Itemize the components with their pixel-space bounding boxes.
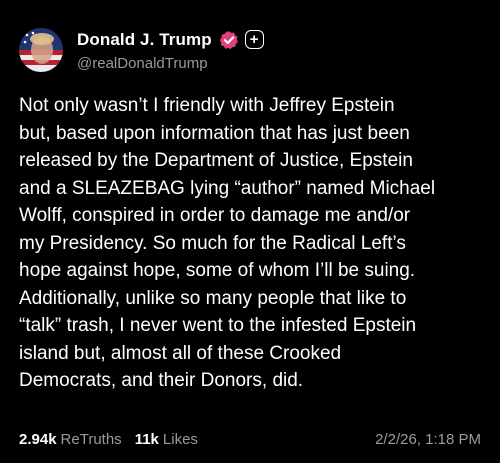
author-display-name[interactable]: Donald J. Trump (77, 30, 212, 50)
likes-stat[interactable]: 11k Likes (135, 431, 198, 448)
author-identity: Donald J. Trump + @realDonaldTrump (77, 29, 264, 72)
name-row: Donald J. Trump + (77, 29, 264, 51)
retruths-count: 2.94k (19, 430, 57, 448)
verified-badge-icon (219, 30, 239, 50)
post-card: Donald J. Trump + @realDonaldTrump Not o… (0, 0, 500, 463)
plus-icon: + (249, 31, 259, 48)
likes-label: Likes (162, 430, 198, 448)
post-timestamp[interactable]: 2/2/26, 1:18 PM (375, 431, 481, 448)
likes-count: 11k (134, 430, 159, 448)
avatar[interactable] (19, 28, 63, 72)
post-header: Donald J. Trump + @realDonaldTrump (19, 24, 264, 76)
author-handle[interactable]: @realDonaldTrump (77, 55, 264, 72)
post-text: Not only wasn’t I friendly with Jeffrey … (19, 95, 436, 391)
retruths-stat[interactable]: 2.94k ReTruths (19, 431, 122, 448)
follow-button[interactable]: + (244, 30, 264, 49)
post-footer: 2.94k ReTruths 11k Likes 2/2/26, 1:18 PM (19, 428, 481, 450)
retruths-label: ReTruths (60, 430, 122, 448)
